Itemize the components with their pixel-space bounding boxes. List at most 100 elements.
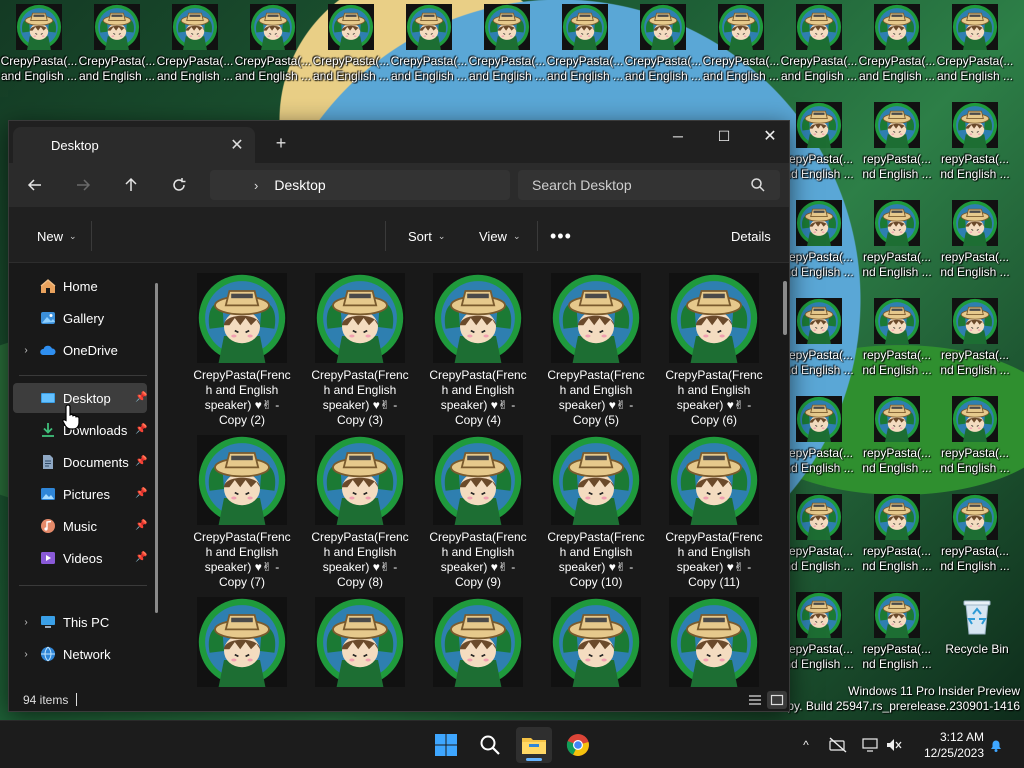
- desktop-file-icon[interactable]: CrepyPasta(... and English ...: [78, 0, 156, 90]
- sidebar-item-downloads[interactable]: Downloads 📌: [13, 415, 147, 445]
- desktop-file-icon[interactable]: repyPasta(... nd English ...: [936, 392, 1014, 482]
- desktop-file-icon[interactable]: CrepyPasta(... and English ...: [858, 0, 936, 90]
- file-item[interactable]: CrepyPasta(Frenc h and English speaker) ♥✌…: [661, 273, 767, 431]
- title-bar[interactable]: Desktop ✕ + ─ ☐ ✕: [9, 121, 789, 163]
- desktop-file-icon[interactable]: repyPasta(... nd English ...: [780, 196, 858, 286]
- desktop-file-icon[interactable]: repyPasta(... nd English ...: [780, 98, 858, 188]
- desktop-file-icon[interactable]: CrepyPasta(... and English ...: [936, 0, 1014, 90]
- sidebar-item-documents[interactable]: Documents 📌: [13, 447, 147, 477]
- more-options-button[interactable]: •••: [550, 225, 572, 247]
- tab-desktop[interactable]: Desktop ✕: [13, 127, 255, 163]
- desktop-file-icon[interactable]: repyPasta(... nd English ...: [936, 294, 1014, 384]
- minimize-button[interactable]: ─: [655, 121, 701, 151]
- pin-icon[interactable]: 📌: [135, 520, 147, 532]
- back-button[interactable]: [19, 171, 51, 199]
- show-hidden-icons-button[interactable]: ^: [796, 735, 816, 755]
- details-button[interactable]: Details: [731, 225, 771, 247]
- notification-bell-icon[interactable]: [986, 735, 1006, 755]
- display-icon[interactable]: [860, 735, 880, 755]
- desktop-file-icon[interactable]: repyPasta(... nd English ...: [936, 196, 1014, 286]
- sidebar-item-gallery[interactable]: Gallery: [13, 303, 147, 333]
- expand-icon[interactable]: ›: [19, 649, 33, 660]
- chevron-right-icon[interactable]: ›: [254, 178, 258, 193]
- desktop-file-icon[interactable]: CrepyPasta(... and English ...: [624, 0, 702, 90]
- tiles-view-button[interactable]: [767, 691, 787, 709]
- expand-icon[interactable]: ›: [19, 617, 33, 628]
- start-button[interactable]: [428, 727, 464, 763]
- file-item[interactable]: CrepyPasta(Frenc h and English speaker) ♥✌…: [307, 435, 413, 593]
- pin-icon[interactable]: 📌: [135, 392, 147, 404]
- file-item[interactable]: CrepyPasta(Frenc h and English speaker) ♥✌…: [425, 273, 531, 431]
- recycle-bin-icon[interactable]: Recycle Bin: [938, 596, 1016, 666]
- desktop-file-icon[interactable]: CrepyPasta(... and English ...: [702, 0, 780, 90]
- desktop-file-icon[interactable]: repyPasta(... nd English ...: [780, 294, 858, 384]
- file-item[interactable]: CrepyPasta(Frenc h and English speaker) ♥✌…: [307, 273, 413, 431]
- file-item[interactable]: [543, 597, 649, 687]
- desktop-file-icon[interactable]: repyPasta(... nd English ...: [858, 196, 936, 286]
- desktop-file-icon[interactable]: CrepyPasta(... and English ...: [156, 0, 234, 90]
- pin-icon[interactable]: 📌: [135, 552, 147, 564]
- desktop-file-icon[interactable]: CrepyPasta(... and English ...: [390, 0, 468, 90]
- sort-button[interactable]: Sort ⌄: [408, 225, 445, 247]
- desktop-file-icon[interactable]: CrepyPasta(... and English ...: [468, 0, 546, 90]
- file-item[interactable]: CrepyPasta(Frenc h and English speaker) ♥✌…: [543, 435, 649, 593]
- new-tab-button[interactable]: +: [271, 133, 291, 153]
- pin-icon[interactable]: 📌: [135, 424, 147, 436]
- sidebar-item-home[interactable]: Home: [13, 271, 147, 301]
- desktop-file-icon[interactable]: repyPasta(... nd English ...: [936, 490, 1014, 580]
- file-item[interactable]: CrepyPasta(Frenc h and English speaker) ♥✌…: [661, 435, 767, 593]
- refresh-button[interactable]: [163, 171, 195, 199]
- sidebar-item-pictures[interactable]: Pictures 📌: [13, 479, 147, 509]
- sidebar-item-videos[interactable]: Videos 📌: [13, 543, 147, 573]
- file-item[interactable]: [189, 597, 295, 687]
- tab-close-icon[interactable]: ✕: [227, 135, 247, 155]
- taskbar-search-button[interactable]: [472, 727, 508, 763]
- sidebar-item-onedrive[interactable]: › OneDrive: [13, 335, 147, 365]
- desktop-file-icon[interactable]: repyPasta(... nd English ...: [858, 588, 936, 678]
- desktop-file-icon[interactable]: repyPasta(... nd English ...: [936, 98, 1014, 188]
- breadcrumb[interactable]: › Desktop: [210, 170, 510, 200]
- desktop-file-icon[interactable]: CrepyPasta(... and English ...: [0, 0, 78, 90]
- sidebar-item-desktop[interactable]: Desktop 📌: [13, 383, 147, 413]
- sidebar-item-network[interactable]: › Network: [13, 639, 147, 669]
- desktop-file-icon[interactable]: repyPasta(... nd English ...: [858, 294, 936, 384]
- volume-muted-icon[interactable]: [884, 735, 904, 755]
- pin-icon[interactable]: 📌: [135, 488, 147, 500]
- navigation-scrollbar[interactable]: [155, 283, 158, 613]
- search-icon[interactable]: [750, 177, 766, 193]
- desktop-file-icon[interactable]: CrepyPasta(... and English ...: [312, 0, 390, 90]
- sidebar-item-music[interactable]: Music 📌: [13, 511, 147, 541]
- new-button[interactable]: New ⌄: [37, 225, 77, 247]
- close-button[interactable]: ✕: [747, 121, 789, 151]
- taskbar-file-explorer[interactable]: [516, 727, 552, 763]
- desktop-file-icon[interactable]: CrepyPasta(... and English ...: [234, 0, 312, 90]
- desktop-file-icon[interactable]: repyPasta(... nd English ...: [858, 98, 936, 188]
- view-button[interactable]: View ⌄: [479, 225, 521, 247]
- file-item[interactable]: [425, 597, 531, 687]
- breadcrumb-item-desktop[interactable]: Desktop: [274, 177, 325, 193]
- search-box[interactable]: [518, 170, 780, 200]
- search-input[interactable]: [532, 177, 742, 193]
- desktop-file-icon[interactable]: repyPasta(... nd English ...: [858, 490, 936, 580]
- file-item[interactable]: [307, 597, 413, 687]
- content-scrollbar[interactable]: [783, 281, 787, 335]
- forward-button[interactable]: [67, 171, 99, 199]
- system-clock[interactable]: 3:12 AM 12/25/2023: [914, 729, 984, 761]
- sidebar-item-this-pc[interactable]: › This PC: [13, 607, 147, 637]
- desktop-file-icon[interactable]: repyPasta(... nd English ...: [780, 392, 858, 482]
- expand-icon[interactable]: ›: [19, 345, 33, 356]
- desktop-file-icon[interactable]: repyPasta(... nd English ...: [780, 588, 858, 678]
- file-item[interactable]: CrepyPasta(Frenc h and English speaker) ♥✌…: [425, 435, 531, 593]
- pin-icon[interactable]: 📌: [135, 456, 147, 468]
- maximize-button[interactable]: ☐: [701, 121, 747, 151]
- desktop-file-icon[interactable]: repyPasta(... nd English ...: [858, 392, 936, 482]
- desktop-file-icon[interactable]: CrepyPasta(... and English ...: [546, 0, 624, 90]
- file-item[interactable]: CrepyPasta(Frenc h and English speaker) ♥✌…: [189, 273, 295, 431]
- taskbar-chrome[interactable]: [560, 727, 596, 763]
- file-item[interactable]: CrepyPasta(Frenc h and English speaker) ♥✌…: [189, 435, 295, 593]
- details-view-button[interactable]: [745, 691, 765, 709]
- network-disconnected-icon[interactable]: [828, 735, 848, 755]
- desktop-file-icon[interactable]: CrepyPasta(... and English ...: [780, 0, 858, 90]
- up-button[interactable]: [115, 171, 147, 199]
- file-item[interactable]: [661, 597, 767, 687]
